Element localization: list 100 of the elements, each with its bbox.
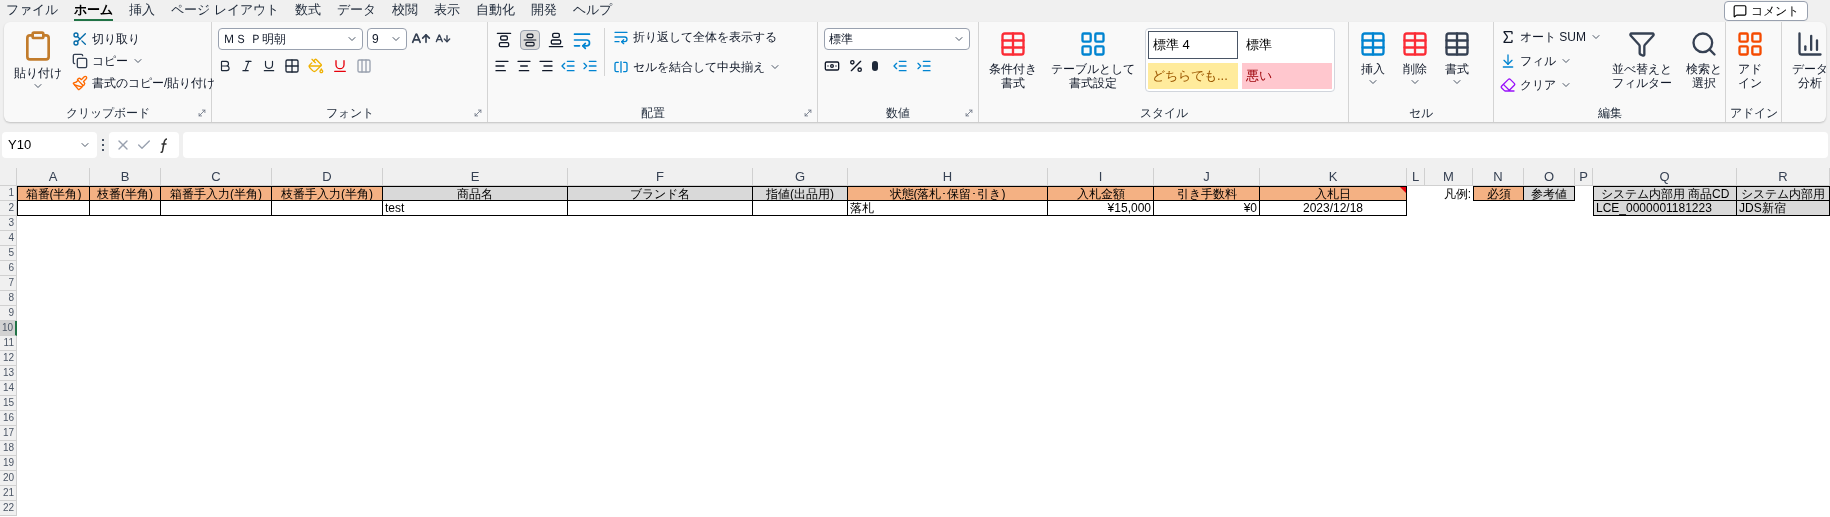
borders-icon[interactable] bbox=[284, 58, 300, 74]
ribbon-tab[interactable]: ページ レイアウト bbox=[171, 1, 279, 21]
indent-decrease-icon[interactable] bbox=[560, 58, 576, 74]
vertical-align-icon[interactable] bbox=[520, 30, 540, 50]
format-button[interactable]: 書式 bbox=[1439, 28, 1475, 88]
number-format-dropdown[interactable]: 標準 bbox=[824, 28, 970, 50]
table-cell: 参考値 bbox=[1524, 186, 1575, 201]
font-name-dropdown[interactable]: ＭＳ Ｐ明朝 bbox=[218, 28, 363, 50]
orientation-icon[interactable] bbox=[572, 30, 592, 50]
dialog-launcher-icon[interactable] bbox=[964, 108, 974, 118]
cell-style-item[interactable]: 標準 4 bbox=[1148, 31, 1238, 59]
ribbon-tab[interactable]: 表示 bbox=[433, 1, 460, 21]
wrap-icon bbox=[613, 29, 629, 45]
row-header[interactable]: 20 bbox=[0, 471, 17, 486]
font-size-dropdown[interactable]: 9 bbox=[367, 28, 407, 50]
bold-icon[interactable] bbox=[218, 59, 232, 73]
row-header[interactable]: 9 bbox=[0, 306, 17, 321]
table-cell: 必須 bbox=[1473, 186, 1524, 201]
row-header[interactable]: 14 bbox=[0, 381, 17, 396]
delete-button[interactable]: 削除 bbox=[1397, 28, 1433, 88]
row-header[interactable]: 19 bbox=[0, 456, 17, 471]
indent-increase-icon[interactable] bbox=[582, 58, 598, 74]
row-header[interactable]: 7 bbox=[0, 276, 17, 291]
fill-color-icon[interactable] bbox=[308, 58, 324, 74]
row-header[interactable]: 18 bbox=[0, 441, 17, 456]
align-right-icon[interactable] bbox=[538, 58, 554, 74]
vertical-align-icon[interactable] bbox=[494, 30, 514, 50]
row-header[interactable]: 21 bbox=[0, 486, 17, 501]
row-header[interactable]: 16 bbox=[0, 411, 17, 426]
underline-icon[interactable] bbox=[262, 59, 276, 73]
row-header[interactable]: 3 bbox=[0, 216, 17, 231]
cell-style-item[interactable]: 悪い bbox=[1242, 63, 1332, 89]
dialog-launcher-icon[interactable] bbox=[473, 108, 483, 118]
group-label: クリップボード bbox=[65, 105, 150, 122]
format-painter-button[interactable]: 書式のコピー/貼り付け bbox=[72, 74, 216, 92]
row-header[interactable]: 4 bbox=[0, 231, 17, 246]
merge-center-button[interactable]: セルを結合して中央揃え bbox=[613, 58, 781, 76]
table-cell: JDS新宿 bbox=[1737, 201, 1830, 216]
row-header[interactable]: 11 bbox=[0, 336, 17, 351]
percent-icon[interactable] bbox=[848, 58, 864, 74]
addins-button[interactable]: アド イン bbox=[1732, 28, 1768, 90]
paintbrush-icon bbox=[72, 75, 88, 91]
row-header[interactable]: 5 bbox=[0, 246, 17, 261]
row-header[interactable]: 2 bbox=[0, 201, 17, 216]
row-header[interactable]: 13 bbox=[0, 366, 17, 381]
row-header[interactable]: 1 bbox=[0, 186, 17, 201]
find-select-button[interactable]: 検索と 選択 bbox=[1682, 28, 1726, 90]
ribbon-tab[interactable]: 数式 bbox=[294, 1, 321, 21]
sort-filter-button[interactable]: 並べ替えと フィルター bbox=[1608, 28, 1676, 90]
autosum-button[interactable]: オート SUM bbox=[1500, 28, 1602, 46]
table-cell: 入札日 bbox=[1260, 186, 1407, 201]
ribbon-tab[interactable]: 校閲 bbox=[391, 1, 418, 21]
font-color-icon[interactable] bbox=[332, 58, 348, 74]
comment-icon bbox=[1733, 4, 1747, 18]
copy-icon bbox=[72, 53, 88, 69]
cell-style-item[interactable]: どちらでも... bbox=[1148, 63, 1238, 89]
column-header[interactable]: M bbox=[1425, 168, 1473, 186]
row-header[interactable]: 17 bbox=[0, 426, 17, 441]
more-icon[interactable] bbox=[101, 139, 105, 151]
row-header[interactable]: 10 bbox=[0, 321, 17, 336]
ribbon-tab[interactable]: データ bbox=[336, 1, 376, 21]
paste-button[interactable]: 貼り付け bbox=[10, 28, 66, 92]
conditional-format-button[interactable]: 条件付き 書式 bbox=[985, 28, 1041, 90]
align-center-icon[interactable] bbox=[516, 58, 532, 74]
row-header[interactable]: 8 bbox=[0, 291, 17, 306]
decimal-increase-icon[interactable] bbox=[892, 58, 908, 74]
row-header[interactable]: 12 bbox=[0, 351, 17, 366]
column-header[interactable]: P bbox=[1575, 168, 1593, 186]
ribbon-tab[interactable]: 挿入 bbox=[129, 1, 155, 21]
comment-button[interactable]: コメント bbox=[1724, 1, 1808, 21]
row-header[interactable]: 6 bbox=[0, 261, 17, 276]
ribbon-tab[interactable]: ヘルプ bbox=[572, 1, 612, 21]
ribbon-tab[interactable]: 開発 bbox=[530, 1, 557, 21]
group-label: アドイン bbox=[1729, 105, 1778, 122]
column-header[interactable]: L bbox=[1407, 168, 1425, 186]
fill-button[interactable]: フィル bbox=[1500, 52, 1602, 70]
dialog-launcher-icon[interactable] bbox=[803, 108, 813, 118]
ribbon-tab[interactable]: ファイル bbox=[6, 1, 58, 21]
insert-button[interactable]: 挿入 bbox=[1355, 28, 1391, 88]
ribbon-tab[interactable]: 自動化 bbox=[475, 1, 515, 21]
row-header[interactable]: 22 bbox=[0, 501, 17, 516]
row-header[interactable]: 15 bbox=[0, 396, 17, 411]
name-box[interactable]: Y10 bbox=[2, 132, 97, 158]
decimal-decrease-icon[interactable] bbox=[916, 58, 932, 74]
copy-button[interactable]: コピー bbox=[72, 52, 216, 70]
scissors-icon bbox=[72, 31, 88, 47]
insert-cells-icon bbox=[1359, 30, 1387, 58]
search-icon bbox=[1690, 30, 1718, 58]
cut-button[interactable]: 切り取り bbox=[72, 30, 216, 48]
group-label: セル bbox=[1409, 105, 1433, 122]
wrap-text-button[interactable]: 折り返して全体を表示する bbox=[613, 28, 781, 46]
align-left-icon[interactable] bbox=[494, 58, 510, 74]
italic-icon[interactable] bbox=[240, 59, 254, 73]
clear-button[interactable]: クリア bbox=[1500, 76, 1602, 94]
vertical-align-icon[interactable] bbox=[546, 30, 566, 50]
filter-icon bbox=[1628, 30, 1656, 58]
dialog-launcher-icon[interactable] bbox=[197, 108, 207, 118]
format-as-table-button[interactable]: テーブルとして 書式設定 bbox=[1047, 28, 1139, 90]
data-analysis-button[interactable]: データ 分析 bbox=[1788, 28, 1830, 90]
currency-icon[interactable] bbox=[824, 58, 840, 74]
